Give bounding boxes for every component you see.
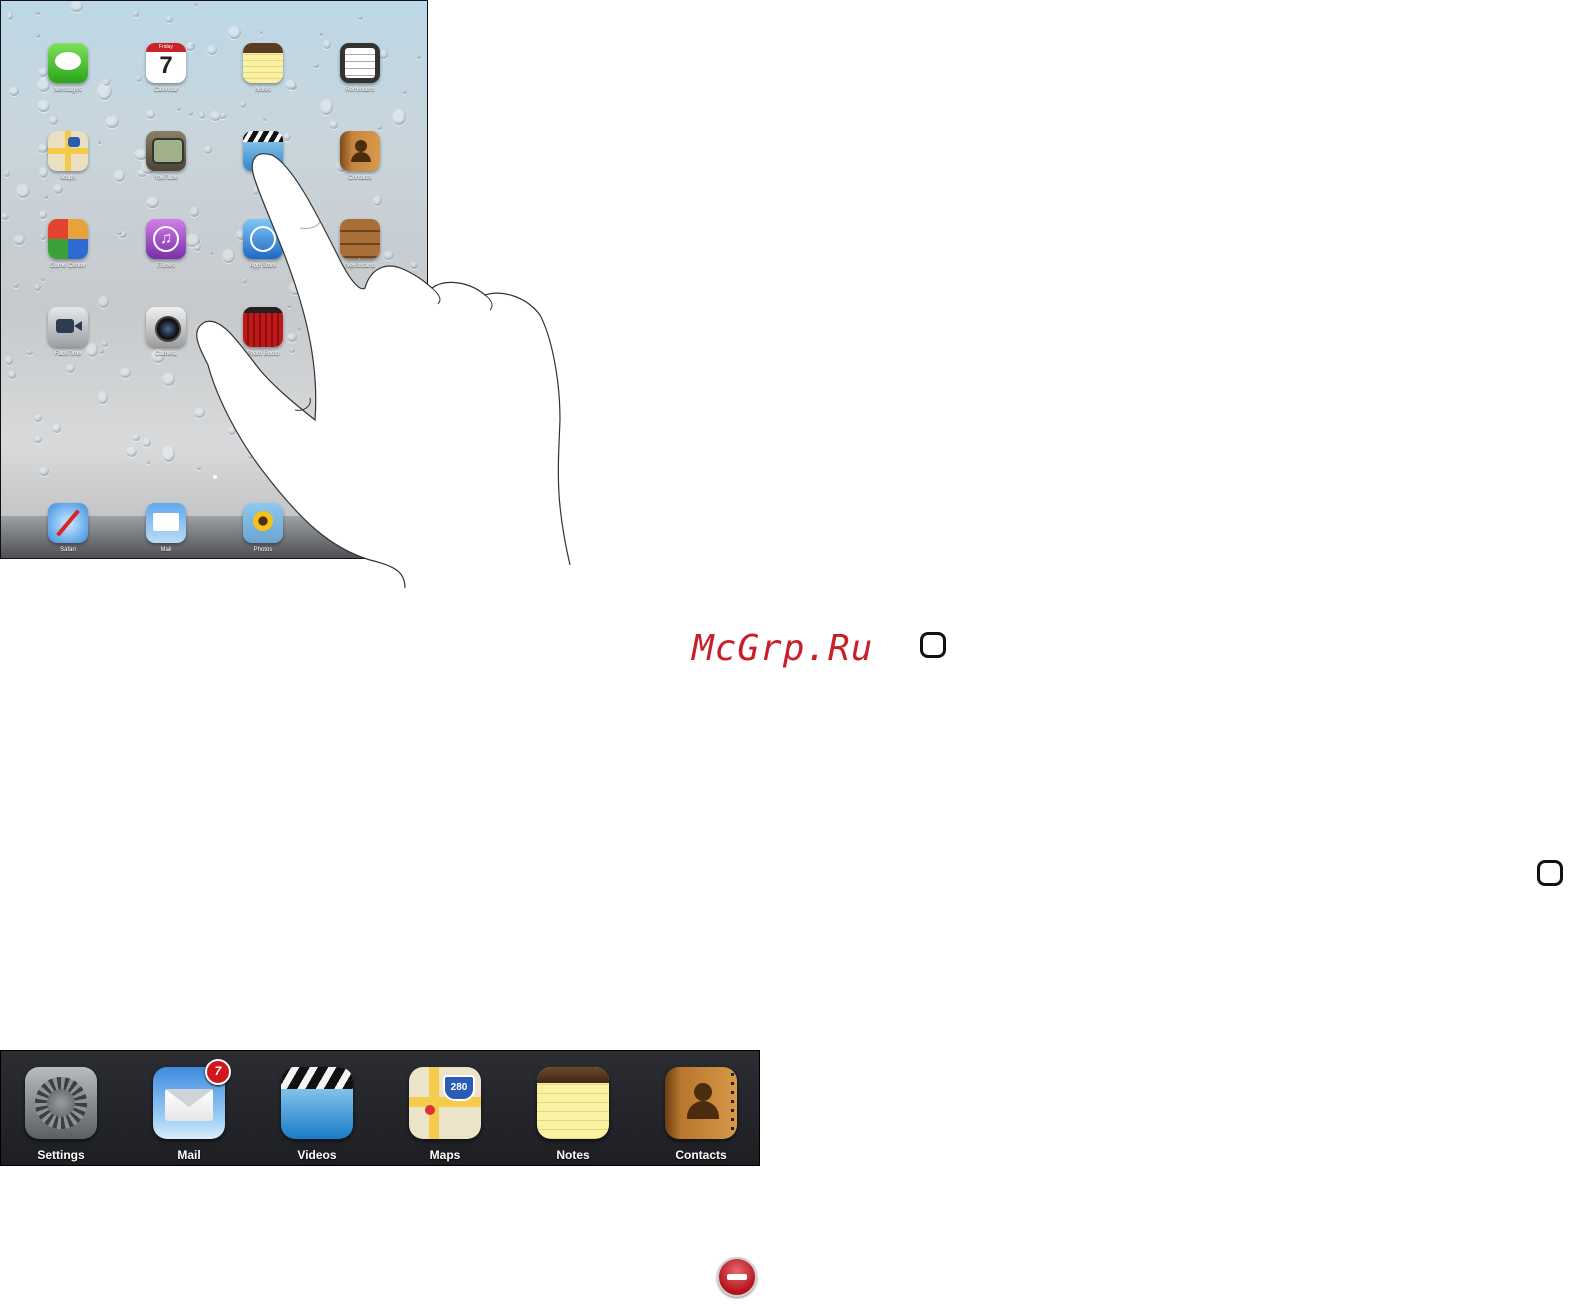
hand-fill	[196, 153, 571, 589]
remove-app-button[interactable]	[717, 1257, 757, 1297]
unread-badge: 7	[205, 1059, 231, 1085]
multitask-app-settings[interactable]: Settings	[16, 1067, 106, 1162]
settings-icon	[25, 1067, 97, 1139]
watermark: McGrp.Ru	[692, 628, 874, 669]
multitask-app-maps[interactable]: 280 Maps	[400, 1067, 490, 1162]
home-button-icon	[920, 632, 946, 658]
multitask-app-videos[interactable]: Videos	[272, 1067, 362, 1162]
contacts-icon	[665, 1067, 737, 1139]
interstate-shield: 280	[443, 1075, 475, 1101]
notes-icon	[537, 1067, 609, 1139]
minus-icon	[727, 1274, 747, 1280]
multitask-app-mail[interactable]: 7 Mail	[144, 1059, 234, 1162]
finger-tap-illustration	[196, 153, 571, 589]
videos-icon	[281, 1067, 353, 1139]
multitask-app-notes[interactable]: Notes	[528, 1067, 618, 1162]
multitask-app-contacts[interactable]: Contacts	[656, 1067, 746, 1162]
home-button-icon	[1537, 860, 1563, 886]
multitasking-bar: Settings 7 Mail Videos 280 Maps Notes Co…	[0, 1050, 760, 1166]
maps-icon: 280	[409, 1067, 481, 1139]
